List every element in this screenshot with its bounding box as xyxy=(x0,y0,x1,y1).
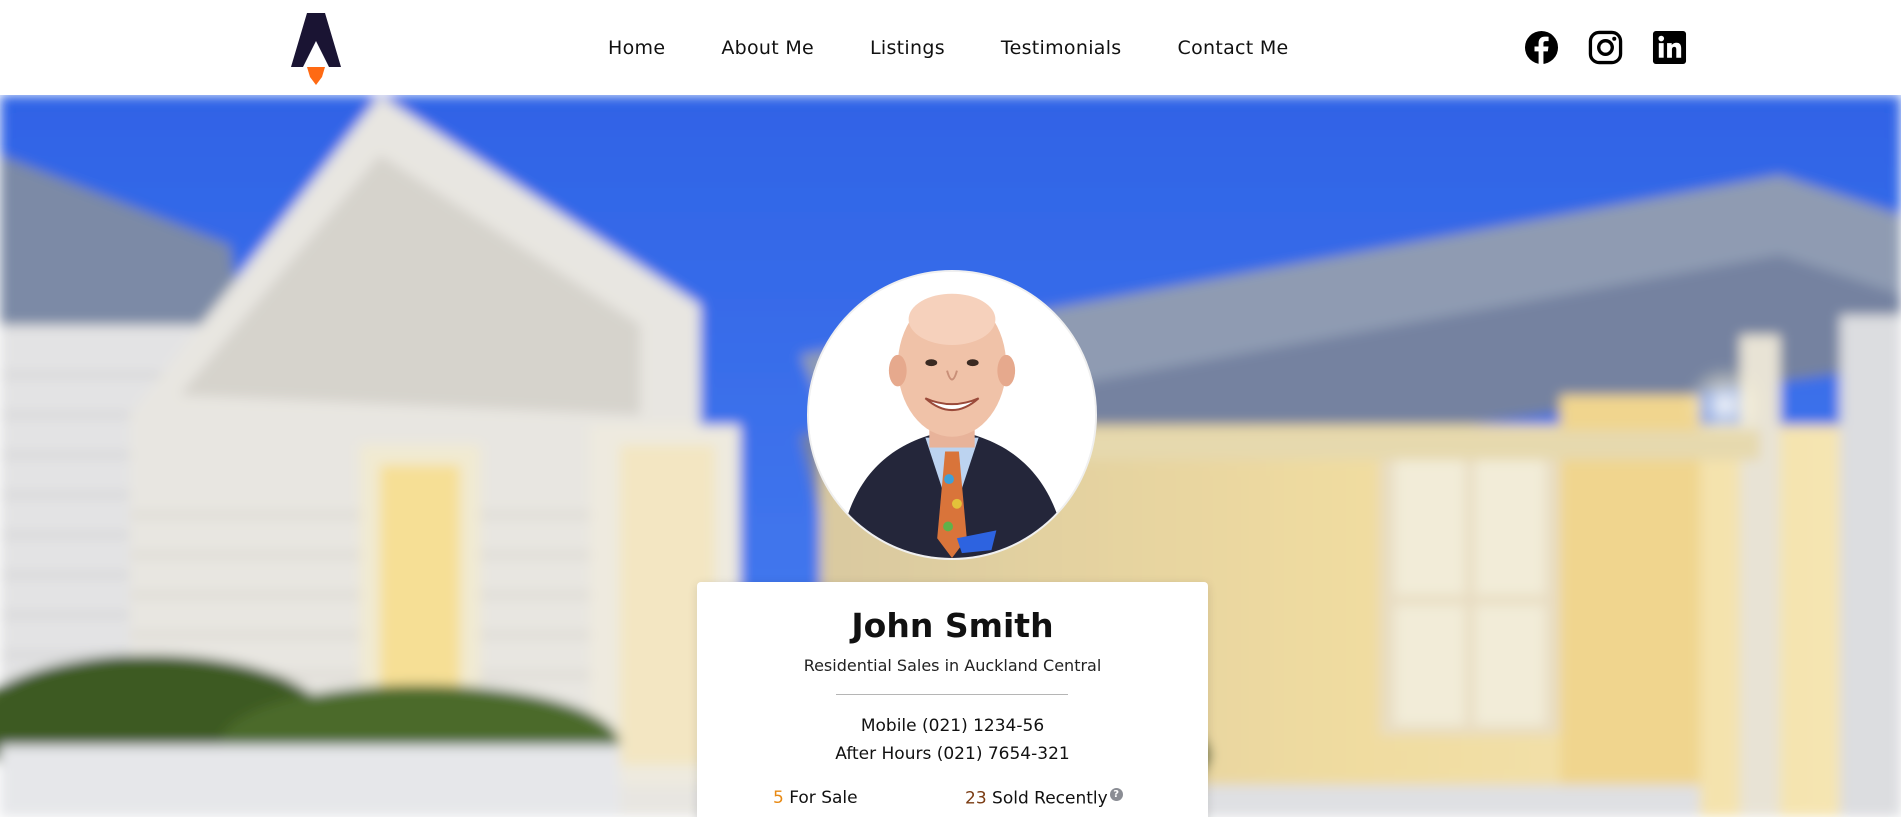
nav-testimonials[interactable]: Testimonials xyxy=(1001,37,1122,59)
after-hours-phone: After Hours (021) 7654-321 xyxy=(835,744,1070,764)
hero-section: John Smith Residential Sales in Auckland… xyxy=(0,95,1901,817)
logo-icon[interactable] xyxy=(289,11,343,85)
social-links xyxy=(1524,29,1687,65)
sold-label: Sold Recently xyxy=(992,788,1108,809)
for-sale-label: For Sale xyxy=(789,788,858,808)
help-icon[interactable]: ? xyxy=(1109,788,1123,801)
sold-count: 23 xyxy=(965,788,987,809)
card-divider xyxy=(836,694,1068,695)
instagram-icon[interactable] xyxy=(1588,30,1623,65)
nav-home[interactable]: Home xyxy=(608,37,665,59)
nav-contact-me[interactable]: Contact Me xyxy=(1178,37,1289,59)
facebook-icon[interactable] xyxy=(1524,30,1559,65)
agent-name: John Smith xyxy=(851,606,1054,645)
for-sale-count: 5 xyxy=(773,788,784,808)
nav-listings[interactable]: Listings xyxy=(870,37,945,59)
agent-role: Residential Sales in Auckland Central xyxy=(803,656,1102,675)
nav-about-me[interactable]: About Me xyxy=(721,37,814,59)
site-header: Home About Me Listings Testimonials Cont… xyxy=(0,0,1901,95)
for-sale-stat: 5 For Sale xyxy=(773,788,858,808)
sold-stat: 23 Sold Recently? xyxy=(965,788,1123,809)
agent-card: John Smith Residential Sales in Auckland… xyxy=(697,582,1208,817)
agent-avatar xyxy=(807,270,1097,560)
linkedin-icon[interactable] xyxy=(1652,30,1687,65)
main-nav: Home About Me Listings Testimonials Cont… xyxy=(608,0,1289,95)
mobile-phone: Mobile (021) 1234-56 xyxy=(860,716,1045,736)
